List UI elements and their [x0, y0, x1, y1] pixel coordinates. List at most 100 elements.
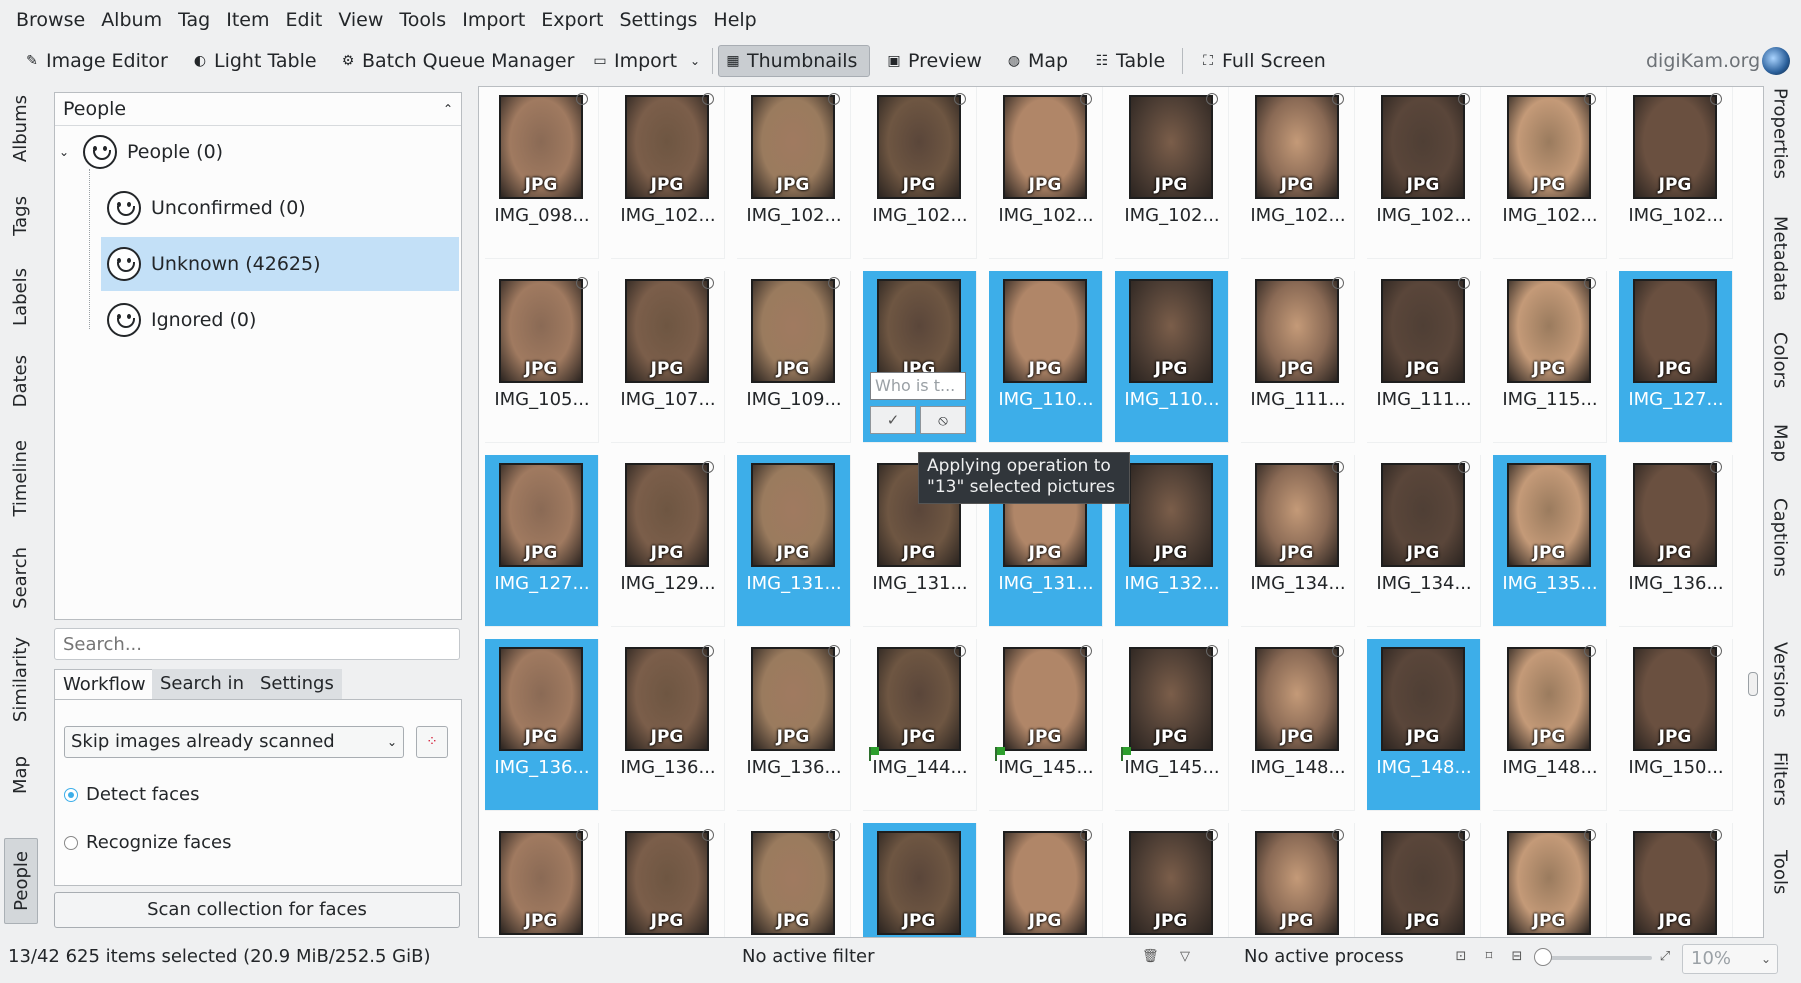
rotate-icon[interactable] — [1584, 93, 1596, 105]
left-tab-people[interactable]: People — [4, 838, 38, 924]
thumbnail-item[interactable]: JPG — [1493, 823, 1607, 937]
detect-faces-radio[interactable]: Detect faces — [64, 784, 199, 805]
thumbnail-item[interactable]: JPG IMG_136... — [611, 639, 725, 811]
thumbnail-item[interactable]: JPG IMG_144... — [863, 639, 977, 811]
thumbnail-item[interactable]: JPG — [1241, 823, 1355, 937]
rotate-icon[interactable] — [1458, 277, 1470, 289]
map-button[interactable]: ◍ Map — [1000, 45, 1074, 77]
thumbnail-item[interactable]: JPG IMG_148... — [1367, 639, 1481, 811]
thumbnail-item[interactable]: JPG — [611, 823, 725, 937]
table-button[interactable]: ☷ Table — [1088, 45, 1171, 77]
menu-tools[interactable]: Tools — [391, 0, 454, 40]
scan-collection-button[interactable]: Scan collection for faces — [54, 892, 460, 928]
chevron-down-icon[interactable]: ⌄ — [59, 145, 73, 159]
thumbnail-item[interactable]: JPG IMG_102... — [989, 87, 1103, 259]
grid-scrollbar[interactable] — [1748, 672, 1758, 696]
people-panel-header[interactable]: People ⌃ — [55, 93, 461, 126]
scan-mode-select[interactable]: Skip images already scanned ⌄ — [64, 726, 404, 758]
thumbnail-grid[interactable]: JPG IMG_098... JPG IMG_102... JPG IMG_102... J… — [478, 86, 1764, 938]
rotate-icon[interactable] — [1206, 829, 1218, 841]
thumbnail-item[interactable]: JPG IMG_145... — [989, 639, 1103, 811]
thumbnail-item[interactable]: JPG — [1367, 823, 1481, 937]
menu-browse[interactable]: Browse — [8, 0, 93, 40]
batch-queue-button[interactable]: ⚙ Batch Queue Manager — [334, 45, 580, 77]
rotate-icon[interactable] — [1710, 829, 1722, 841]
thumbnail-item[interactable]: JPG IMG_148... — [1493, 639, 1607, 811]
rotate-icon[interactable] — [1458, 93, 1470, 105]
people-search-input[interactable] — [54, 628, 460, 660]
left-tab-similarity[interactable]: Similarity — [4, 626, 36, 734]
thumbnail-item[interactable]: JPG IMG_136... — [1619, 455, 1733, 627]
left-tab-tags[interactable]: Tags — [4, 180, 36, 252]
rotate-icon[interactable] — [1710, 645, 1722, 657]
thumbnail-item[interactable]: JPG IMG_135... — [1493, 455, 1607, 627]
menu-item[interactable]: Item — [218, 0, 277, 40]
reject-face-button[interactable]: ⦸ — [920, 406, 966, 434]
tab-search-in[interactable]: Search in — [152, 669, 252, 699]
rotate-icon[interactable] — [828, 645, 840, 657]
thumbnail-item[interactable]: JPG — [1619, 823, 1733, 937]
thumbnail-item[interactable]: JPG IMG_136... — [485, 639, 599, 811]
rotate-icon[interactable] — [1206, 93, 1218, 105]
rotate-icon[interactable] — [1710, 93, 1722, 105]
thumbnail-item[interactable]: JPG IMG_110... — [989, 271, 1103, 443]
brand-label[interactable]: digiKam.org — [1640, 45, 1766, 77]
thumbnail-item[interactable]: JPG IMG_102... — [1241, 87, 1355, 259]
tab-settings[interactable]: Settings — [252, 669, 342, 699]
thumbnail-item[interactable]: JPG IMG_150... — [1619, 639, 1733, 811]
zoom-level-select[interactable]: 10% ⌄ — [1682, 944, 1778, 974]
import-button[interactable]: ▭ Import — [586, 45, 683, 77]
zoom-fit-icon[interactable]: ⊡ — [1454, 950, 1468, 964]
thumbnail-item[interactable]: JPG IMG_110... — [1115, 271, 1229, 443]
rotate-icon[interactable] — [1332, 461, 1344, 473]
thumbnail-item[interactable]: JPG IMG_102... — [1367, 87, 1481, 259]
rotate-icon[interactable] — [1080, 645, 1092, 657]
thumbnail-item[interactable]: JPG IMG_134... — [1241, 455, 1355, 627]
left-tab-timeline[interactable]: Timeline — [4, 424, 36, 532]
rotate-icon[interactable] — [702, 277, 714, 289]
thumbnail-item[interactable]: JPG IMG_102... — [1115, 87, 1229, 259]
rotate-icon[interactable] — [702, 645, 714, 657]
rotate-icon[interactable] — [1332, 645, 1344, 657]
left-tab-dates[interactable]: Dates — [4, 342, 36, 420]
right-tab-captions[interactable]: Captions — [1764, 498, 1796, 640]
menu-settings[interactable]: Settings — [611, 0, 705, 40]
right-tab-metadata[interactable]: Metadata — [1764, 216, 1796, 316]
rotate-icon[interactable] — [576, 277, 588, 289]
thumbnail-item[interactable]: JPG IMG_107... — [611, 271, 725, 443]
thumbnail-item[interactable]: JPG IMG_111... — [1367, 271, 1481, 443]
tree-item-people-root[interactable]: ⌄ People (0) — [59, 125, 439, 179]
thumbnail-item[interactable]: JPG — [989, 823, 1103, 937]
left-tab-map[interactable]: Map — [4, 740, 36, 810]
thumbnail-item[interactable]: JPG IMG_131... — [737, 455, 851, 627]
thumbnail-item[interactable]: JPG IMG_111... — [1241, 271, 1355, 443]
face-name-input[interactable]: Who is t... — [870, 372, 966, 400]
left-tab-search[interactable]: Search — [4, 536, 36, 620]
thumbnail-item[interactable]: JPG IMG_145... — [1115, 639, 1229, 811]
thumbnail-item[interactable]: JPG IMG_102... — [737, 87, 851, 259]
rotate-icon[interactable] — [828, 277, 840, 289]
rotate-icon[interactable] — [702, 461, 714, 473]
thumbnail-item[interactable]: JPG IMG_115... — [1493, 271, 1607, 443]
filter-icon[interactable]: ▽ — [1178, 950, 1192, 964]
tree-item-unknown[interactable]: Unknown (42625) — [101, 237, 459, 291]
thumbnail-item[interactable]: JPG IMG_109... — [737, 271, 851, 443]
import-dropdown[interactable]: ⌄ — [684, 45, 706, 77]
confirm-face-button[interactable]: ✓ — [870, 406, 916, 434]
thumbnail-item[interactable]: JPG IMG_102... — [1493, 87, 1607, 259]
rotate-icon[interactable] — [954, 645, 966, 657]
rotate-icon[interactable] — [1332, 93, 1344, 105]
menu-view[interactable]: View — [330, 0, 391, 40]
zoom-slider-handle[interactable] — [1534, 948, 1552, 966]
thumbnail-item[interactable]: JPG — [485, 823, 599, 937]
thumbnail-item[interactable]: JPG IMG_102... — [611, 87, 725, 259]
thumbnail-item[interactable]: JPG IMG_127... — [485, 455, 599, 627]
full-screen-button[interactable]: ⛶ Full Screen — [1194, 45, 1332, 77]
rotate-icon[interactable] — [954, 93, 966, 105]
thumbnail-item[interactable]: JPG — [737, 823, 851, 937]
preview-button[interactable]: ▣ Preview — [880, 45, 988, 77]
menu-edit[interactable]: Edit — [278, 0, 331, 40]
rotate-icon[interactable] — [1584, 829, 1596, 841]
right-tab-properties[interactable]: Properties — [1764, 88, 1796, 202]
thumbnail-item[interactable]: JPG IMG_105... — [485, 271, 599, 443]
